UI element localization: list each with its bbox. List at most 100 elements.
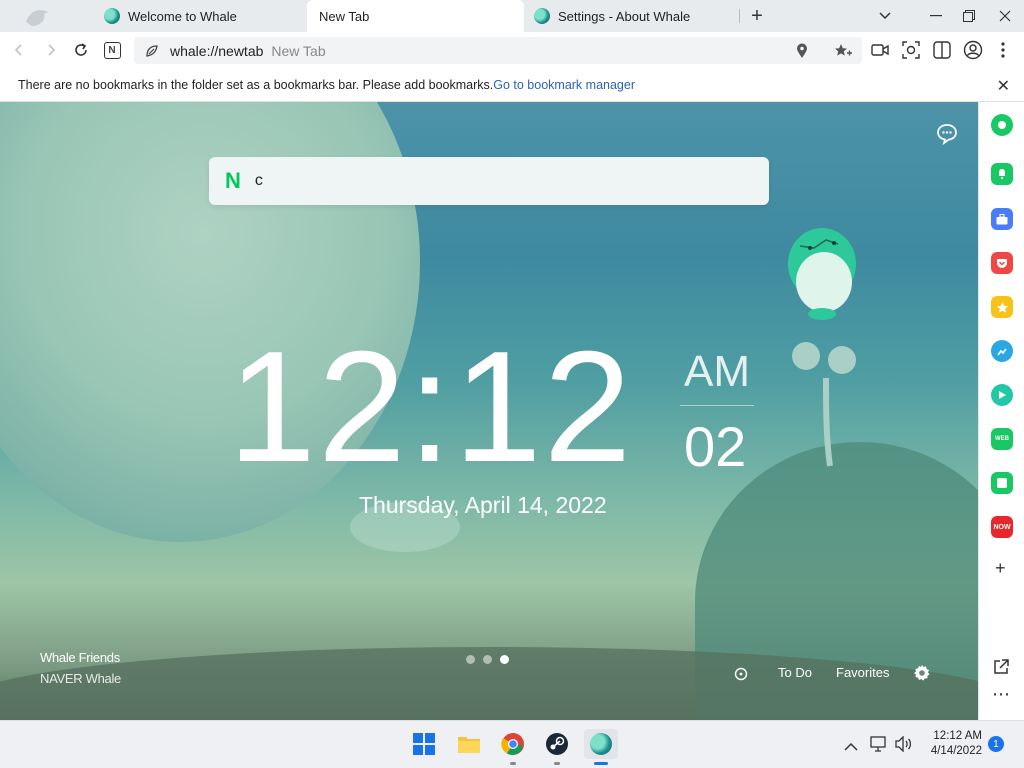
profile-icon <box>963 40 983 60</box>
naver-search-box[interactable]: N <box>209 157 769 205</box>
steam-button[interactable] <box>542 729 572 765</box>
whale-character <box>786 226 860 322</box>
tray-overflow-icon[interactable] <box>844 738 858 756</box>
naver-home-button[interactable]: N <box>98 36 126 64</box>
toolbar: N whale://newtab New Tab <box>0 32 1024 68</box>
forward-button[interactable] <box>37 36 65 64</box>
slide-dot-active[interactable] <box>500 655 509 664</box>
tab-welcome[interactable]: Welcome to Whale <box>98 0 306 32</box>
slide-dot[interactable] <box>483 655 492 664</box>
whale-icon <box>534 8 550 24</box>
profile-button[interactable] <box>961 38 985 62</box>
webtoon-icon[interactable]: WEB <box>991 428 1013 450</box>
todo-link[interactable]: To Do <box>778 665 812 680</box>
add-sidebar-item-button[interactable]: + <box>995 558 1006 579</box>
folder-icon <box>458 737 480 753</box>
bookmark-manager-link[interactable]: Go to bookmark manager <box>493 78 635 92</box>
reload-icon <box>75 43 87 56</box>
capture-toolbar-button[interactable] <box>899 38 923 62</box>
new-tab-button[interactable]: + <box>740 0 774 32</box>
slide-indicator <box>466 655 509 664</box>
taskbar: 12:12 AM 4/14/2022 1 <box>0 720 1024 768</box>
back-button[interactable] <box>5 36 33 64</box>
active-indicator <box>594 762 608 765</box>
file-explorer-button[interactable] <box>454 729 484 759</box>
clock-tray[interactable]: 12:12 AM 4/14/2022 <box>924 729 982 759</box>
add-favorite-icon[interactable] <box>834 43 852 59</box>
running-indicator <box>554 762 560 765</box>
url-ghost-text: New Tab <box>271 42 326 59</box>
whale-spout-decoration <box>790 338 862 468</box>
close-window-button[interactable] <box>988 0 1022 32</box>
profile-bird-icon <box>24 6 52 28</box>
location-pin-icon[interactable] <box>796 43 808 59</box>
tab-title: Settings - About Whale <box>558 8 691 24</box>
menu-button[interactable] <box>991 38 1015 62</box>
whale-taskbar-button[interactable] <box>584 729 618 765</box>
wallpaper-credit-title[interactable]: Whale Friends <box>40 650 120 665</box>
restore-button[interactable] <box>952 0 986 32</box>
naver-logo-icon: N <box>225 168 241 193</box>
windows-icon <box>413 733 435 755</box>
square-icon[interactable] <box>991 472 1013 494</box>
pocket-icon[interactable] <box>991 252 1013 274</box>
chrome-icon <box>501 733 524 755</box>
tray-time: 12:12 AM <box>933 730 982 742</box>
notification-badge[interactable]: 1 <box>988 736 1004 752</box>
tab-title: New Tab <box>319 8 370 24</box>
steam-icon <box>546 733 568 755</box>
video-icon <box>871 44 889 56</box>
bell-icon[interactable] <box>991 163 1013 185</box>
sidebar-more-button[interactable]: ⋯ <box>992 684 1010 705</box>
clock-ampm: AM <box>684 347 750 396</box>
clock-seconds: 02 <box>684 415 747 478</box>
clock-date: Thursday, April 14, 2022 <box>359 492 607 518</box>
whale-icon <box>104 8 120 24</box>
green-circle-icon[interactable] <box>991 114 1013 136</box>
search-input[interactable] <box>254 172 735 190</box>
tab-search-button[interactable] <box>868 0 902 32</box>
address-bar[interactable]: whale://newtab New Tab <box>134 37 862 64</box>
split-view-toolbar-button[interactable] <box>930 38 954 62</box>
tab-bar: Welcome to Whale New Tab Settings - Abou… <box>0 0 1024 32</box>
close-icon[interactable]: ✕ <box>997 76 1010 96</box>
minimize-button[interactable] <box>919 0 953 32</box>
whale-page-icon <box>146 44 158 57</box>
arrow-right-icon <box>48 44 56 56</box>
network-icon[interactable] <box>870 736 888 757</box>
capture-icon <box>902 41 920 59</box>
theme-toggle-icon[interactable] <box>734 667 748 681</box>
tab-new-tab[interactable]: New Tab <box>307 0 524 32</box>
sidebar: WEB NOW + ⋯ <box>978 102 1024 720</box>
video-toolbar-button[interactable] <box>868 38 892 62</box>
briefcase-icon[interactable] <box>991 208 1013 230</box>
tray-date: 4/14/2022 <box>930 745 982 757</box>
volume-icon[interactable] <box>895 735 913 757</box>
split-view-icon <box>933 41 951 59</box>
restore-icon <box>963 10 975 22</box>
external-link-icon[interactable] <box>992 658 1010 681</box>
favorites-link[interactable]: Favorites <box>836 665 889 680</box>
wallpaper-credit-subtitle[interactable]: NAVER Whale <box>40 671 121 686</box>
star-icon[interactable] <box>991 296 1013 318</box>
now-icon[interactable]: NOW <box>991 516 1013 538</box>
play-icon[interactable] <box>991 384 1013 406</box>
naver-icon: N <box>103 41 121 59</box>
settings-gear-icon[interactable] <box>913 664 931 682</box>
chrome-button[interactable] <box>498 729 528 765</box>
reload-button[interactable] <box>67 36 95 64</box>
running-indicator <box>510 762 516 765</box>
new-tab-page: N 12:12 AM 02 Thursday, April 14, 2022 W… <box>0 102 978 720</box>
bookmark-bar-notice: There are no bookmarks in the folder set… <box>0 68 1024 102</box>
clock-time: 12:12 <box>228 319 634 495</box>
chat-icon[interactable] <box>935 122 959 146</box>
image-search-icon[interactable] <box>991 340 1013 362</box>
start-button[interactable] <box>409 729 439 759</box>
tab-settings[interactable]: Settings - About Whale <box>528 0 738 32</box>
chevron-down-icon <box>879 12 891 20</box>
slide-dot[interactable] <box>466 655 475 664</box>
arrow-left-icon <box>14 44 22 56</box>
whale-icon <box>590 733 612 755</box>
bookmark-message: There are no bookmarks in the folder set… <box>18 77 494 92</box>
close-icon <box>999 10 1011 22</box>
